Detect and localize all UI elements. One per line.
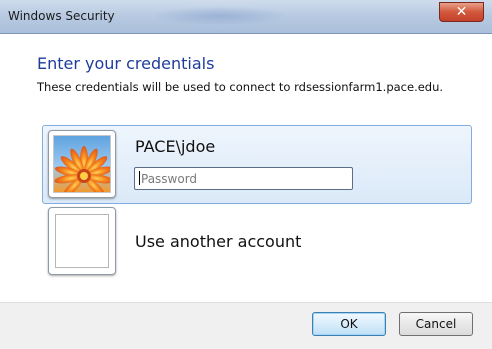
cancel-button[interactable]: Cancel bbox=[399, 312, 473, 336]
password-input[interactable] bbox=[134, 167, 353, 190]
account-username: PACE\jdoe bbox=[135, 137, 216, 156]
credential-dialog: Windows Security ✕ Enter your credential… bbox=[0, 0, 492, 349]
close-button[interactable]: ✕ bbox=[439, 2, 484, 22]
text-caret bbox=[139, 171, 140, 185]
dialog-heading: Enter your credentials bbox=[37, 54, 215, 73]
flower-avatar-icon bbox=[48, 130, 116, 198]
close-icon: ✕ bbox=[455, 4, 468, 20]
dialog-description: These credentials will be used to connec… bbox=[37, 80, 444, 94]
ok-button[interactable]: OK bbox=[312, 312, 386, 336]
blank-avatar-icon bbox=[55, 214, 109, 268]
window-title: Windows Security bbox=[8, 9, 115, 23]
title-bar: Windows Security ✕ bbox=[0, 0, 492, 34]
use-another-account-tile[interactable] bbox=[48, 207, 116, 275]
flower-image bbox=[54, 136, 110, 192]
use-another-account-label[interactable]: Use another account bbox=[135, 232, 301, 251]
